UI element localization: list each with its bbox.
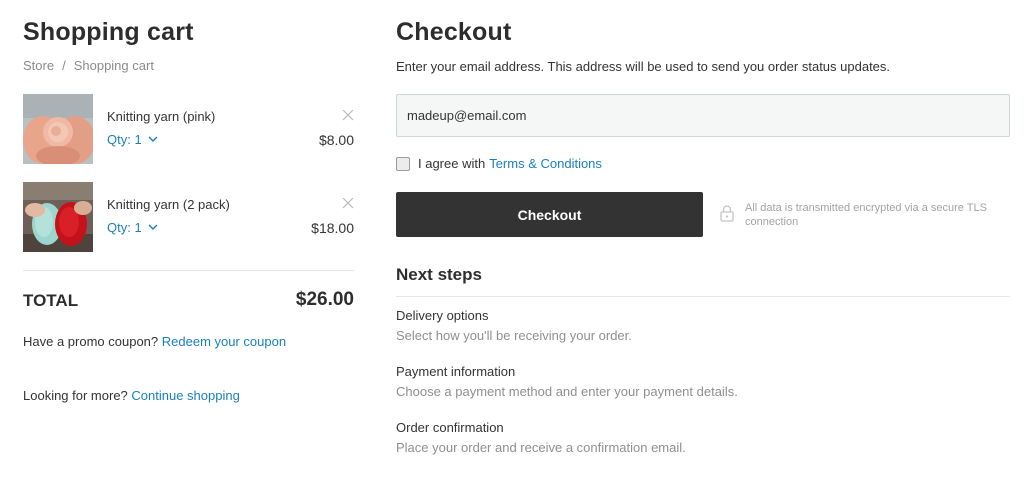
total-label: TOTAL bbox=[23, 291, 79, 310]
checkout-panel: Checkout Enter your email address. This … bbox=[396, 0, 1010, 493]
step-order-confirmation: Order confirmation Place your order and … bbox=[396, 420, 686, 455]
promo-text: Have a promo coupon? bbox=[23, 334, 159, 349]
promo-coupon-row: Have a promo coupon? Redeem your coupon bbox=[23, 334, 286, 349]
secure-note: All data is transmitted encrypted via a … bbox=[745, 202, 987, 228]
product-thumbnail[interactable] bbox=[23, 94, 93, 164]
continue-shopping-row: Looking for more? Continue shopping bbox=[23, 388, 240, 403]
quantity-label: Qty: 1 bbox=[107, 132, 142, 147]
continue-shopping-link[interactable]: Continue shopping bbox=[131, 388, 239, 403]
terms-link[interactable]: Terms & Conditions bbox=[489, 156, 602, 171]
close-icon[interactable] bbox=[342, 109, 354, 121]
lock-icon bbox=[720, 205, 734, 222]
next-steps-title: Next steps bbox=[396, 265, 482, 284]
cart-item: Knitting yarn (pink) Qty: 1 $8.00 bbox=[23, 94, 354, 164]
breadcrumb-current: Shopping cart bbox=[73, 58, 154, 73]
item-name: Knitting yarn (2 pack) bbox=[107, 197, 230, 212]
step-title: Order confirmation bbox=[396, 420, 504, 435]
breadcrumb-store[interactable]: Store bbox=[23, 58, 54, 73]
checkout-title: Checkout bbox=[396, 18, 512, 46]
agree-text: I agree with bbox=[418, 156, 486, 171]
item-name: Knitting yarn (pink) bbox=[107, 109, 216, 124]
breadcrumb-separator: / bbox=[62, 58, 66, 73]
redeem-coupon-link[interactable]: Redeem your coupon bbox=[162, 334, 286, 349]
quantity-select[interactable]: Qty: 1 bbox=[107, 132, 158, 147]
close-icon[interactable] bbox=[342, 197, 354, 209]
cart-title: Shopping cart bbox=[23, 18, 194, 46]
product-thumbnail[interactable] bbox=[23, 182, 93, 252]
email-field[interactable] bbox=[396, 94, 1010, 137]
step-payment-information: Payment information Choose a payment met… bbox=[396, 364, 738, 399]
chevron-down-icon bbox=[148, 136, 158, 142]
step-title: Delivery options bbox=[396, 308, 489, 323]
item-price: $18.00 bbox=[311, 220, 354, 236]
email-description: Enter your email address. This address w… bbox=[396, 59, 891, 74]
terms-agreement: I agree with Terms & Conditions bbox=[396, 156, 602, 171]
checkout-button[interactable]: Checkout bbox=[396, 192, 703, 237]
divider bbox=[23, 270, 354, 271]
cart-item: Knitting yarn (2 pack) Qty: 1 $18.00 bbox=[23, 182, 354, 252]
step-delivery-options: Delivery options Select how you'll be re… bbox=[396, 308, 632, 343]
more-text: Looking for more? bbox=[23, 388, 128, 403]
terms-checkbox[interactable] bbox=[396, 156, 410, 171]
divider bbox=[396, 296, 1010, 297]
item-price: $8.00 bbox=[318, 132, 354, 148]
chevron-down-icon bbox=[148, 224, 158, 230]
step-title: Payment information bbox=[396, 364, 516, 379]
quantity-label: Qty: 1 bbox=[107, 220, 142, 235]
step-description: Select how you'll be receiving your orde… bbox=[396, 328, 632, 343]
shopping-cart-panel: Shopping cart Store / Shopping cart Knitti… bbox=[23, 0, 354, 493]
step-description: Choose a payment method and enter your p… bbox=[396, 384, 738, 399]
step-description: Place your order and receive a confirmat… bbox=[396, 440, 686, 455]
quantity-select[interactable]: Qty: 1 bbox=[107, 220, 158, 235]
breadcrumb: Store / Shopping cart bbox=[23, 58, 154, 73]
total-value: $26.00 bbox=[295, 289, 354, 310]
